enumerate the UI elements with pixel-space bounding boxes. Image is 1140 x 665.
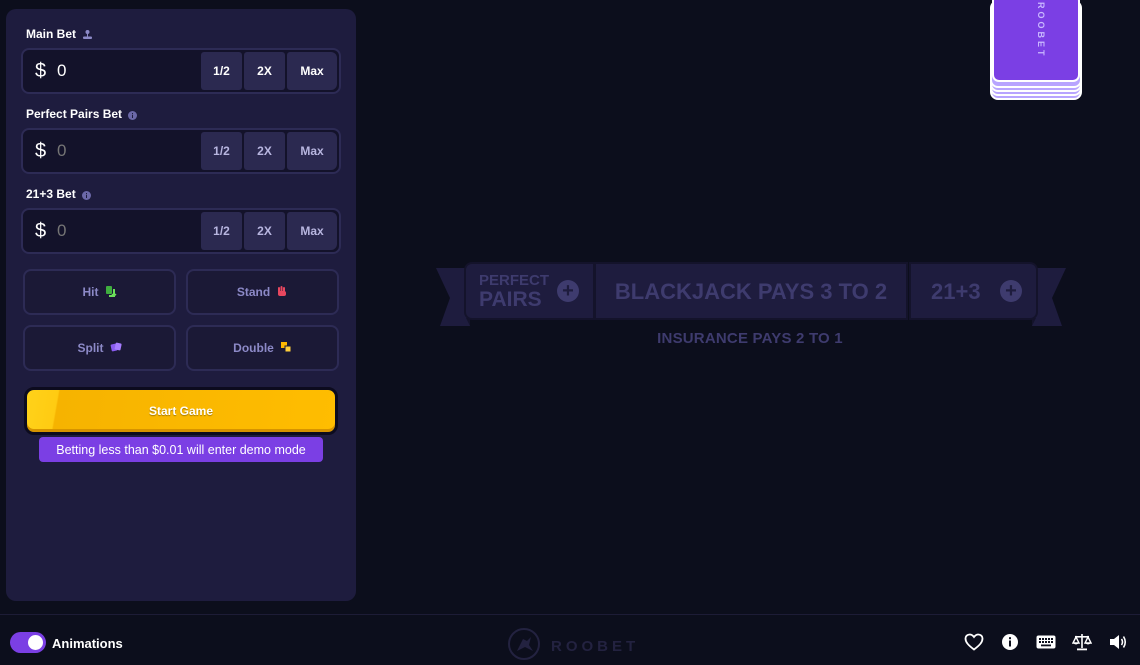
double-button-label: Double — [233, 341, 274, 355]
perfect-pairs-bet-input[interactable] — [57, 141, 187, 161]
volume-icon[interactable] — [1108, 632, 1128, 652]
main-bet-max-button[interactable]: Max — [287, 52, 337, 90]
animations-toggle[interactable] — [10, 632, 46, 653]
double-icon — [280, 341, 292, 356]
perfect-pairs-line2: PAIRS — [479, 288, 542, 311]
payout-banner: PERFECT PAIRS + BLACKJACK PAYS 3 TO 2 21… — [436, 262, 1066, 326]
split-icon — [110, 341, 122, 356]
info-icon[interactable] — [81, 189, 92, 200]
deck-brand-text: ROOBET — [1036, 2, 1046, 59]
deck-top-card: ROOBET — [992, 0, 1080, 82]
main-bet-input-group: $ 1/2 2X Max — [21, 48, 341, 94]
hand-icon — [276, 285, 288, 300]
keyboard-icon[interactable] — [1036, 632, 1056, 652]
info-icon[interactable] — [128, 109, 138, 120]
main-bet-input[interactable] — [57, 61, 187, 81]
add-perfect-pairs-icon[interactable]: + — [557, 280, 579, 302]
animations-label: Animations — [52, 636, 123, 651]
twentyone-max-button[interactable]: Max — [287, 212, 337, 250]
twentyone-text: 21+3 — [931, 279, 981, 304]
kangaroo-logo-icon — [507, 627, 541, 665]
twentyone-bet-input[interactable] — [57, 221, 187, 241]
perfect-pairs-bet-label-text: Perfect Pairs Bet — [26, 107, 123, 121]
joystick-icon — [82, 29, 93, 39]
perfect-pairs-line1: PERFECT — [479, 272, 550, 289]
blackjack-payout-zone: BLACKJACK PAYS 3 TO 2 — [594, 262, 908, 320]
twentyone-zone[interactable]: 21+3 + — [909, 262, 1038, 320]
footer-logo-text: ROOBET — [551, 638, 640, 655]
stand-button[interactable]: Stand — [186, 269, 339, 315]
demo-mode-notice: Betting less than $0.01 will enter demo … — [39, 437, 323, 462]
main-bet-label-text: Main Bet — [26, 27, 77, 41]
balance-icon[interactable] — [1072, 632, 1092, 652]
insurance-text: INSURANCE PAYS 2 TO 1 — [657, 330, 843, 347]
twentyone-bet-label-text: 21+3 Bet — [26, 187, 76, 201]
perfect-pairs-bet-label: Perfect Pairs Bet — [26, 107, 138, 121]
info-icon[interactable] — [1000, 632, 1020, 652]
perfect-pairs-zone[interactable]: PERFECT PAIRS + — [464, 262, 595, 320]
footer-bar: Animations ROOBET — [0, 614, 1140, 665]
double-button[interactable]: Double — [186, 325, 339, 371]
card-deck: ROOBET — [990, 0, 1082, 100]
perfect-pairs-input-group: $ 1/2 2X Max — [21, 128, 341, 174]
stand-button-label: Stand — [236, 285, 271, 299]
hit-button-label: Hit — [82, 285, 99, 299]
perfect-pairs-double-button[interactable]: 2X — [244, 132, 285, 170]
main-bet-half-button[interactable]: 1/2 — [201, 52, 242, 90]
twentyone-bet-label: 21+3 Bet — [26, 187, 92, 201]
dollar-icon: $ — [35, 59, 47, 82]
perfect-pairs-max-button[interactable]: Max — [287, 132, 337, 170]
main-bet-label: Main Bet — [26, 27, 93, 41]
footer-icons — [964, 632, 1128, 652]
blackjack-pays-text: BLACKJACK PAYS 3 TO 2 — [614, 279, 888, 304]
footer-logo: ROOBET — [507, 627, 639, 665]
heart-icon[interactable] — [964, 632, 984, 652]
perfect-pairs-half-button[interactable]: 1/2 — [201, 132, 242, 170]
dollar-icon: $ — [35, 139, 47, 162]
hit-button[interactable]: Hit — [23, 269, 176, 315]
add-twentyone-icon[interactable]: + — [1000, 280, 1022, 302]
main-bet-double-button[interactable]: 2X — [244, 52, 285, 90]
twentyone-double-button[interactable]: 2X — [244, 212, 285, 250]
bet-panel: Main Bet $ 1/2 2X Max Perfect Pairs Bet … — [6, 9, 356, 601]
split-button[interactable]: Split — [23, 325, 176, 371]
dollar-icon: $ — [35, 219, 47, 242]
twentyone-input-group: $ 1/2 2X Max — [21, 208, 341, 254]
toggle-knob — [28, 635, 43, 650]
split-button-label: Split — [77, 341, 104, 355]
twentyone-half-button[interactable]: 1/2 — [201, 212, 242, 250]
start-game-button[interactable]: Start Game — [24, 387, 338, 435]
hit-icon — [105, 285, 117, 300]
